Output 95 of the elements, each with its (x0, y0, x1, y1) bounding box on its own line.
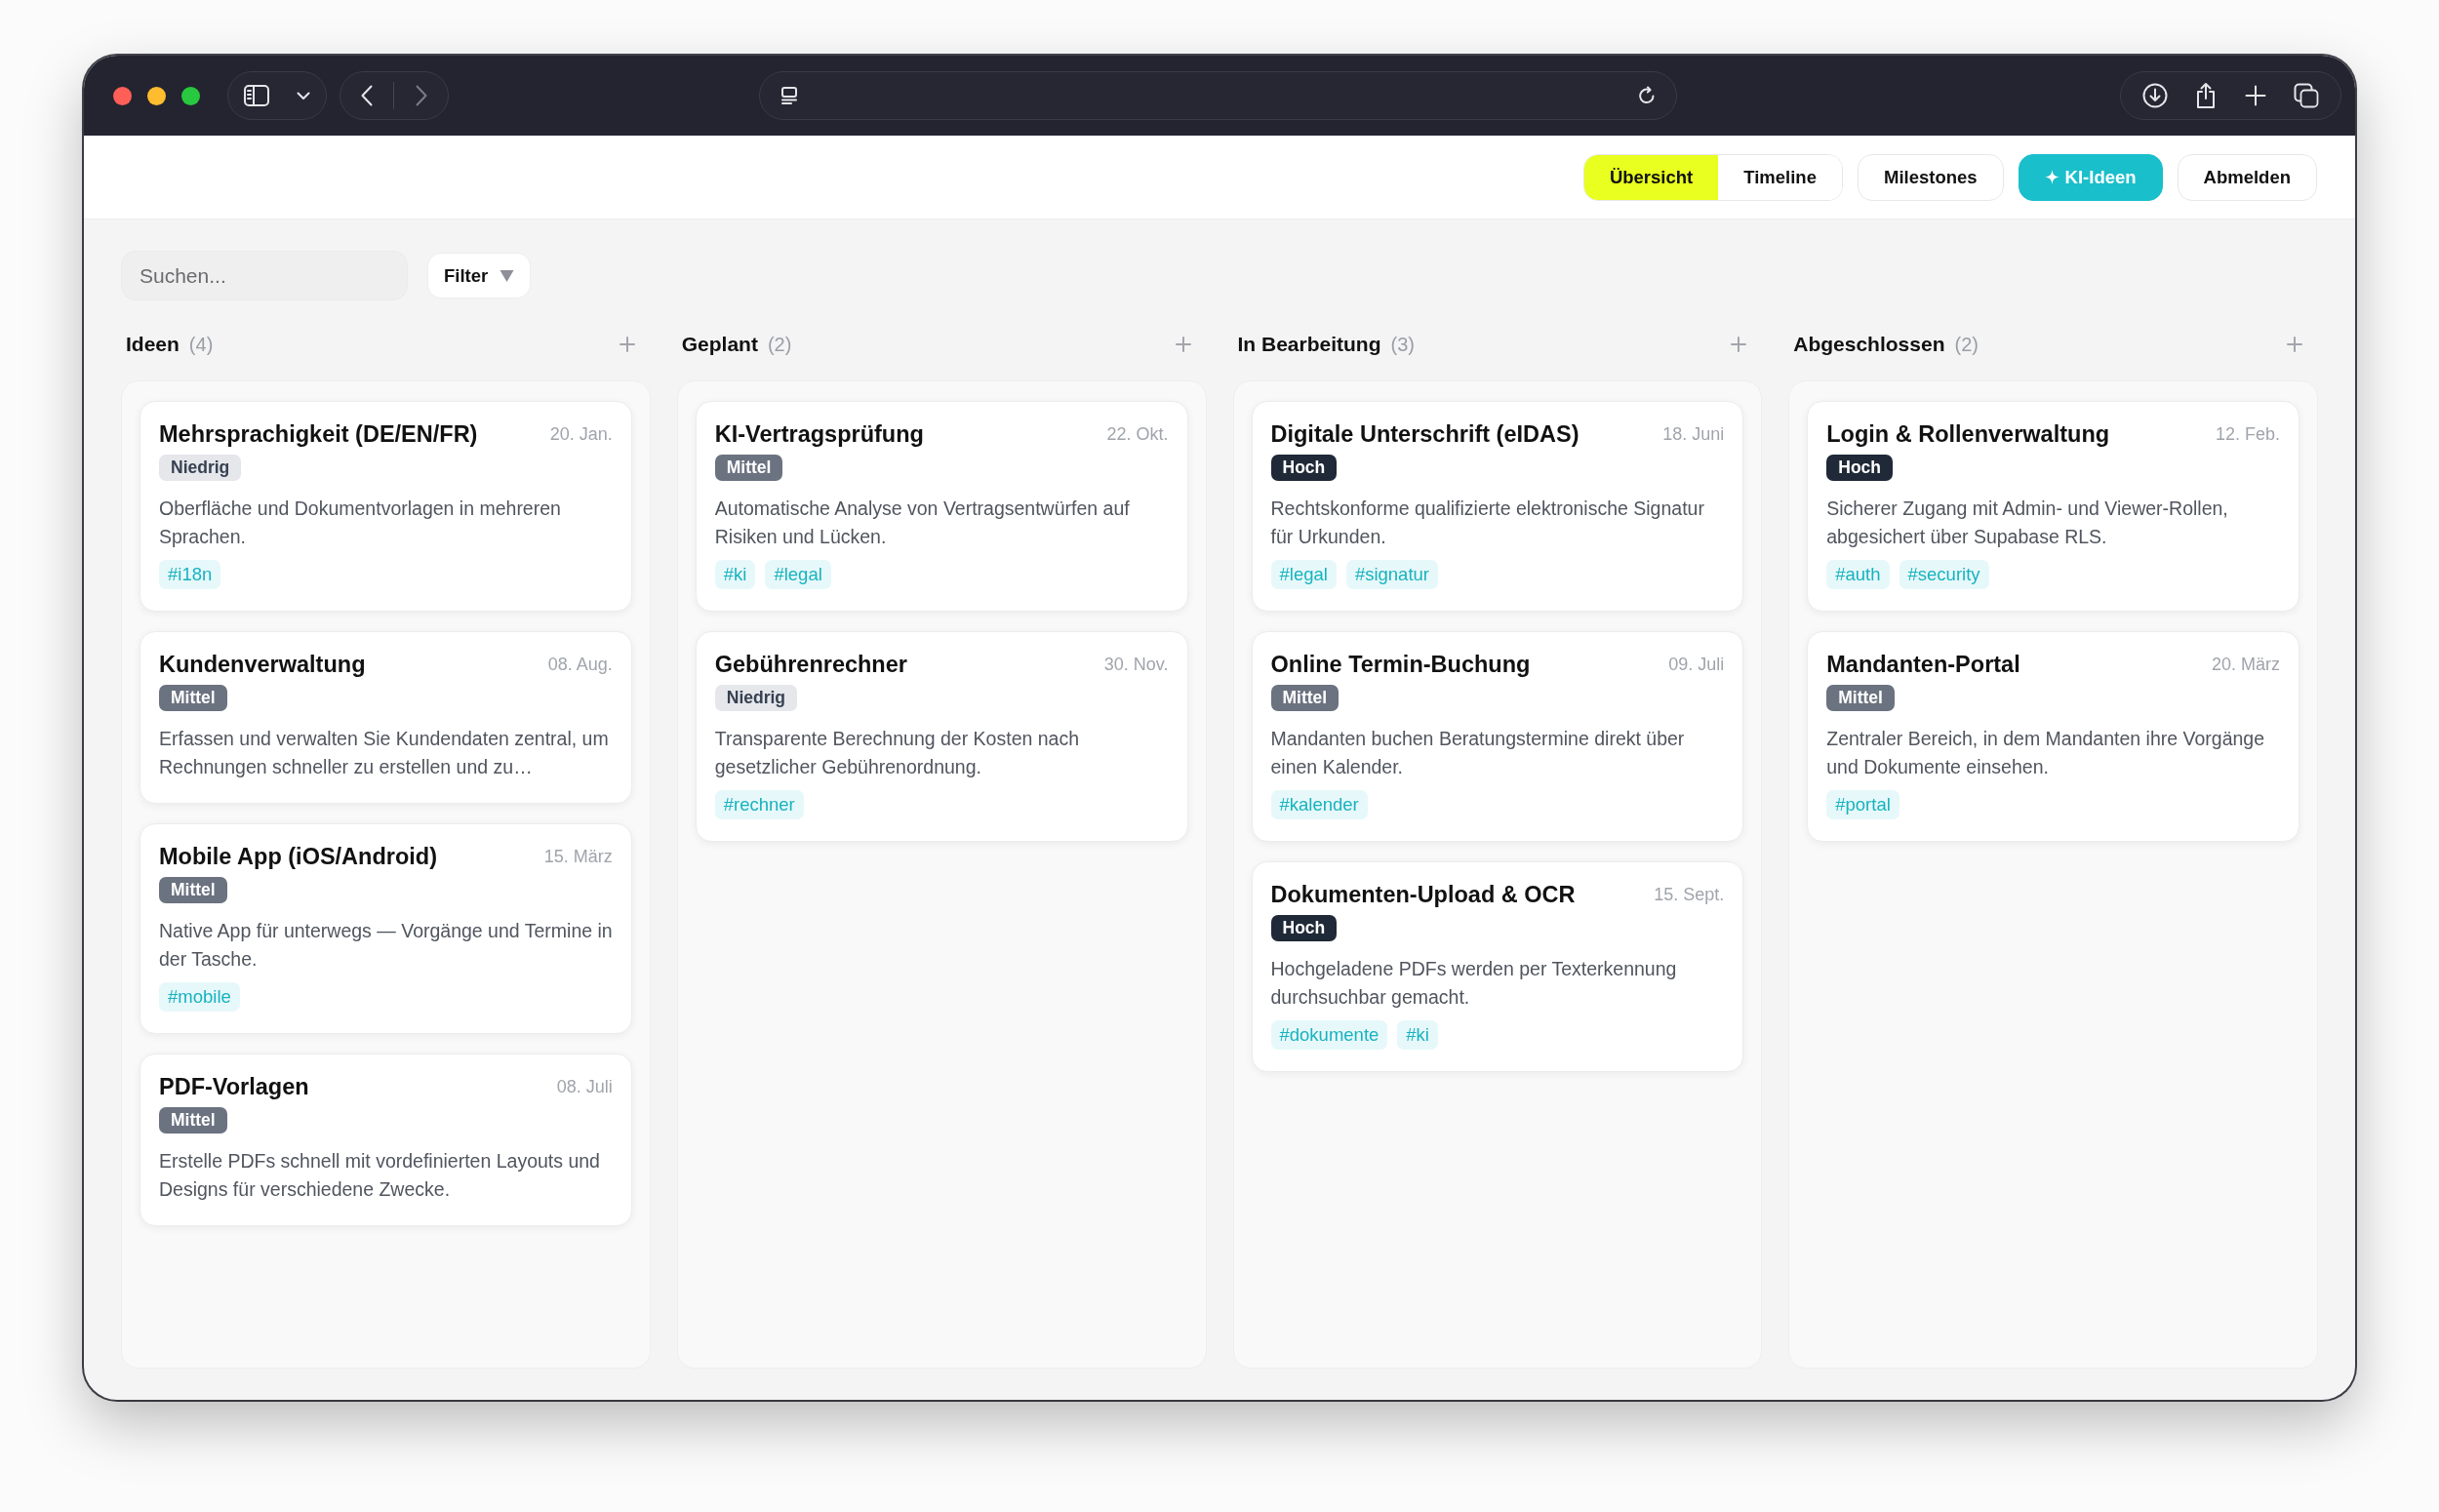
task-card[interactable]: Gebührenrechner 30. Nov. Niedrig Transparente Berechnung der Kosten nach gesetzlicher Gebührenordnung. #rechner (695, 631, 1188, 842)
card-title: Mehrsprachigkeit (DE/EN/FR) (159, 420, 478, 449)
priority-badge: Mittel (714, 455, 783, 481)
card-title: Digitale Unterschrift (eIDAS) (1270, 420, 1579, 449)
card-description: Mandanten buchen Beratungstermine direkt über einen Kalender. (1270, 727, 1686, 779)
column-count: (2) (1954, 333, 1979, 357)
zoom-dot-icon[interactable] (181, 86, 200, 105)
card-date: 22. Okt. (1106, 423, 1169, 446)
tag: #i18n (159, 560, 221, 589)
back-icon[interactable] (360, 85, 373, 106)
card-description: Automatische Analyse von Vertragsentwürfen auf Risiken und Lücken. (714, 497, 1131, 549)
card-date: 09. Juli (1668, 654, 1725, 676)
tag: #auth (1826, 560, 1890, 589)
card-description: Sicherer Zugang mit Admin- und Viewer-Rollen, abgesichert über Supabase RLS. (1826, 497, 2229, 549)
card-date: 30. Nov. (1103, 654, 1169, 676)
tag: #mobile (159, 982, 240, 1012)
tag: #dokumente (1270, 1020, 1388, 1050)
card-date: 08. Aug. (547, 654, 613, 676)
card-date: 08. Juli (556, 1076, 613, 1098)
card-description: Erstelle PDFs schnell mit vordefinierten Layouts und Designs für verschiedene Zwecke. (159, 1149, 601, 1202)
tag: #signatur (1345, 560, 1438, 589)
column-title: Ideen (126, 332, 180, 358)
task-card[interactable]: Mehrsprachigkeit (DE/EN/FR) 20. Jan. Niedrig Oberfläche und Dokumentvorlagen in mehreren Sprachen. #i18n (140, 401, 632, 612)
reload-icon[interactable] (1637, 86, 1657, 105)
header-button[interactable]: Abmelden (2177, 153, 2317, 201)
filter-button[interactable]: Filter (427, 253, 532, 298)
priority-badge: Mittel (159, 685, 227, 711)
share-icon[interactable] (2195, 82, 2218, 109)
task-card[interactable]: Online Termin-Buchung 09. Juli Mittel Mandanten buchen Beratungstermine direkt über einen Kalender. #kalender (1251, 631, 1744, 842)
header-button[interactable]: Milestones (1857, 153, 2004, 201)
tag: #kalender (1270, 790, 1368, 819)
card-description: Erfassen und verwalten Sie Kundendaten zentral, um Rechnungen schneller zu erstellen und zu… (159, 727, 610, 779)
card-title: Mobile App (iOS/Android) (159, 843, 437, 871)
card-title: Login & Rollenverwaltung (1826, 420, 2110, 449)
chevron-down-icon[interactable] (297, 91, 310, 100)
task-card[interactable]: Kundenverwaltung 08. Aug. Mittel Erfassen und verwalten Sie Kundendaten zentral, um Rechnungen schneller zu erstellen und zu… (140, 631, 632, 804)
card-date: 20. März (2211, 654, 2280, 676)
close-dot-icon[interactable] (113, 86, 132, 105)
download-icon[interactable] (2142, 83, 2169, 108)
tag: #rechner (714, 790, 804, 819)
column-title: Geplant (681, 332, 758, 358)
task-card[interactable]: Mandanten-Portal 20. März Mittel Zentraler Bereich, in dem Mandanten ihre Vorgänge und Dokumente einsehen. #portal (1807, 631, 2299, 842)
card-description: Rechtskonforme qualifizierte elektronische Signatur für Urkunden. (1270, 497, 1705, 549)
priority-badge: Mittel (159, 877, 227, 903)
task-card[interactable]: Digitale Unterschrift (eIDAS) 18. Juni Hoch Rechtskonforme qualifizierte elektronische Signatur für Urkunden. #legal #signatur (1251, 401, 1744, 612)
view-tab[interactable]: Übersicht (1583, 154, 1719, 200)
page-icon[interactable] (780, 86, 799, 105)
sidebar-icon[interactable] (244, 85, 269, 106)
column-title: Abgeschlossen (1793, 332, 1945, 358)
priority-badge: Mittel (159, 1107, 227, 1134)
card-title: PDF-Vorlagen (159, 1073, 309, 1101)
priority-badge: Mittel (1270, 685, 1339, 711)
card-description: Transparente Berechnung der Kosten nach gesetzlicher Gebührenordnung. (714, 727, 1081, 779)
priority-badge: Niedrig (714, 685, 798, 711)
card-description: Zentraler Bereich, in dem Mandanten ihre Vorgänge und Dokumente einsehen. (1826, 727, 2266, 779)
card-description: Native App für unterwegs — Vorgänge und Termine in der Tasche. (159, 919, 613, 972)
tag: #security (1899, 560, 1989, 589)
caret-icon (500, 268, 515, 283)
tag: #portal (1826, 790, 1899, 819)
card-title: Mandanten-Portal (1826, 651, 2020, 679)
card-date: 20. Jan. (549, 423, 613, 446)
tabs-icon[interactable] (2293, 83, 2319, 108)
priority-badge: Mittel (1826, 685, 1895, 711)
card-date: 15. März (543, 846, 613, 868)
address-field[interactable] (759, 71, 1677, 120)
card-title: Gebührenrechner (714, 651, 907, 679)
search-field[interactable]: Suchen... (121, 251, 408, 300)
column-count: (3) (1390, 333, 1415, 357)
sparkle-icon (2044, 170, 2059, 184)
priority-badge: Hoch (1826, 455, 1893, 481)
tag: #ki (714, 560, 756, 589)
card-title: Kundenverwaltung (159, 651, 366, 679)
column-title: In Bearbeitung (1237, 332, 1381, 358)
priority-badge: Hoch (1270, 915, 1338, 941)
tag: #ki (1397, 1020, 1438, 1050)
priority-badge: Niedrig (159, 455, 242, 481)
task-card[interactable]: PDF-Vorlagen 08. Juli Mittel Erstelle PDFs schnell mit vordefinierten Layouts und Designs für verschiedene Zwecke. (140, 1054, 632, 1226)
card-date: 18. Juni (1662, 423, 1725, 446)
task-card[interactable]: KI-Vertragsprüfung 22. Okt. Mittel Automatische Analyse von Vertragsentwürfen auf Risiken und Lücken. #ki #legal (695, 401, 1188, 612)
minimize-dot-icon[interactable] (147, 86, 166, 105)
column-count: (2) (767, 333, 792, 357)
card-date: 12. Feb. (2215, 423, 2280, 446)
column-count: (4) (188, 333, 214, 357)
task-card[interactable]: Login & Rollenverwaltung 12. Feb. Hoch Sicherer Zugang mit Admin- und Viewer-Rollen, abgesichert über Supabase RLS. #auth #security (1807, 401, 2299, 612)
tag: #legal (765, 560, 831, 589)
task-card[interactable]: Dokumenten-Upload & OCR 15. Sept. Hoch Hochgeladene PDFs werden per Texterkennung durchsuchbar gemacht. #dokumente #ki (1251, 861, 1744, 1072)
card-date: 15. Sept. (1654, 884, 1725, 906)
card-description: Hochgeladene PDFs werden per Texterkennung durchsuchbar gemacht. (1270, 957, 1678, 1010)
priority-badge: Hoch (1270, 455, 1338, 481)
card-title: KI-Vertragsprüfung (714, 420, 924, 449)
card-description: Oberfläche und Dokumentvorlagen in mehreren Sprachen. (159, 497, 562, 549)
card-title: Online Termin-Buchung (1270, 651, 1531, 679)
card-title: Dokumenten-Upload & OCR (1270, 881, 1576, 909)
task-card[interactable]: Mobile App (iOS/Android) 15. März Mittel Native App für unterwegs — Vorgänge und Termine in der Tasche. #mobile (140, 823, 632, 1034)
tag: #legal (1270, 560, 1337, 589)
